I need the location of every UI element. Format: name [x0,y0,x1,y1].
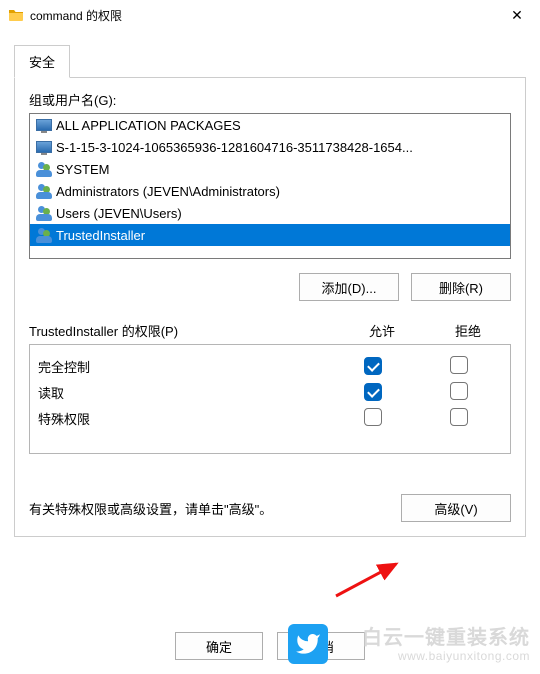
advanced-hint: 有关特殊权限或高级设置，请单击"高级"。 [29,499,401,518]
list-item-label: S-1-15-3-1024-1065365936-1281604716-3511… [56,140,413,155]
people-icon [36,227,52,243]
list-item-label: Administrators (JEVEN\Administrators) [56,184,280,199]
list-item-label: ALL APPLICATION PACKAGES [56,118,241,133]
tabstrip: 安全 [14,44,540,77]
deny-checkbox[interactable] [450,356,468,374]
list-item-label: SYSTEM [56,162,109,177]
permission-row: 特殊权限 [38,405,502,431]
monitor-icon [36,117,52,133]
permissions-header: TrustedInstaller 的权限(P) 允许 拒绝 [29,321,511,340]
watermark-logo [288,624,328,664]
advanced-button[interactable]: 高级(V) [401,494,511,522]
list-item-label: TrustedInstaller [56,228,145,243]
people-icon [36,161,52,177]
allow-checkbox[interactable] [364,383,382,401]
people-icon [36,205,52,221]
groups-listbox[interactable]: ALL APPLICATION PACKAGES S-1-15-3-1024-10… [29,113,511,259]
permissions-box: 完全控制读取特殊权限 [29,344,511,454]
list-item[interactable]: TrustedInstaller [30,224,510,246]
deny-checkbox[interactable] [450,382,468,400]
list-item[interactable]: S-1-15-3-1024-1065365936-1281604716-3511… [30,136,510,158]
remove-button[interactable]: 删除(R) [411,273,511,301]
allow-checkbox[interactable] [364,357,382,375]
annotation-arrow [330,560,410,600]
permission-label: 完全控制 [38,357,330,376]
permission-label: 读取 [38,383,330,402]
window-title: command 的权限 [30,7,494,24]
list-item[interactable]: Administrators (JEVEN\Administrators) [30,180,510,202]
list-item[interactable]: Users (JEVEN\Users) [30,202,510,224]
column-allow: 允许 [339,321,425,340]
column-deny: 拒绝 [425,321,511,340]
add-button[interactable]: 添加(D)... [299,273,399,301]
titlebar: command 的权限 ✕ [0,0,540,30]
deny-checkbox[interactable] [450,408,468,426]
people-icon [36,183,52,199]
tab-security[interactable]: 安全 [14,45,70,78]
dialog-footer: 确定 取消 [0,618,540,674]
list-item[interactable]: SYSTEM [30,158,510,180]
advanced-row: 有关特殊权限或高级设置，请单击"高级"。 高级(V) [29,494,511,522]
group-button-row: 添加(D)... 删除(R) [29,273,511,301]
folder-icon [8,7,24,23]
ok-button[interactable]: 确定 [175,632,263,660]
list-item-label: Users (JEVEN\Users) [56,206,182,221]
allow-checkbox[interactable] [364,408,382,426]
monitor-icon [36,139,52,155]
permission-label: 特殊权限 [38,409,330,428]
permission-row: 读取 [38,379,502,405]
tab-panel-security: 组或用户名(G): ALL APPLICATION PACKAGES S-1-15… [14,77,526,537]
permission-row: 完全控制 [38,353,502,379]
close-button[interactable]: ✕ [494,0,540,30]
list-item[interactable]: ALL APPLICATION PACKAGES [30,114,510,136]
groups-label: 组或用户名(G): [29,90,511,109]
permissions-header-label: TrustedInstaller 的权限(P) [29,321,339,340]
